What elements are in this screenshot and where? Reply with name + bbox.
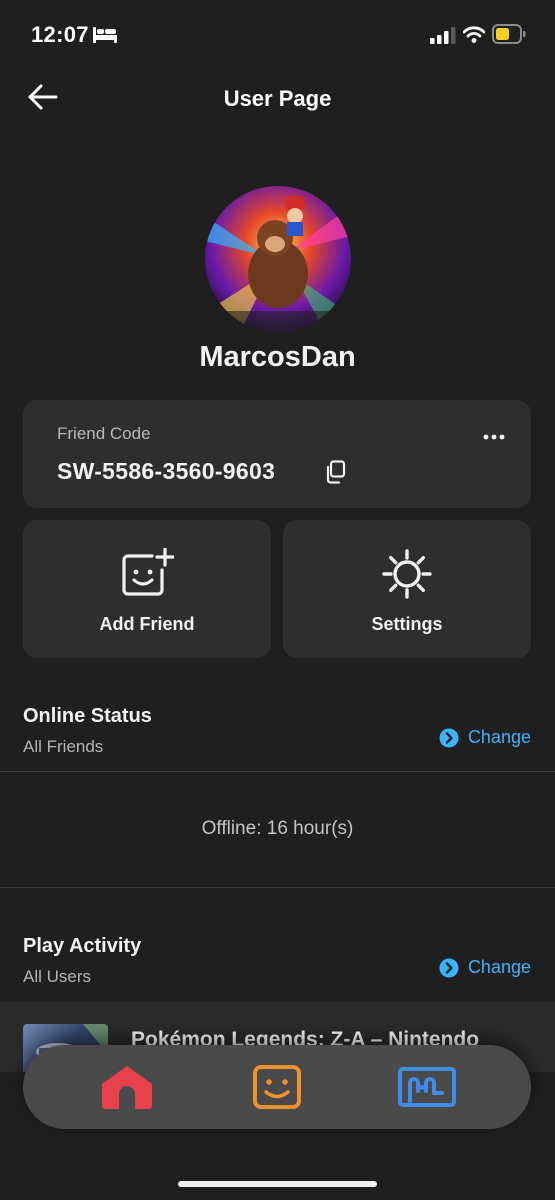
friend-code-label: Friend Code xyxy=(57,424,151,443)
home-indicator xyxy=(178,1181,377,1187)
settings-button[interactable]: Settings xyxy=(283,520,531,658)
nav-home[interactable] xyxy=(97,1063,157,1111)
play-activity-title: Play Activity xyxy=(23,935,142,957)
friend-code-value: SW-5586-3560-9603 xyxy=(57,458,276,484)
divider xyxy=(0,771,555,772)
settings-label: Settings xyxy=(371,614,443,634)
bottom-nav xyxy=(23,1045,531,1129)
online-status-subtitle: All Friends xyxy=(23,737,104,756)
nav-gallery[interactable] xyxy=(397,1063,457,1111)
chevron-right-circle-icon xyxy=(439,728,459,747)
divider xyxy=(0,887,555,888)
online-status-title: Online Status xyxy=(23,705,152,727)
signal-icon xyxy=(430,27,456,49)
play-activity-change-link[interactable]: Change xyxy=(439,957,531,978)
add-friend-icon xyxy=(122,548,174,596)
status-bar: 12:07 xyxy=(0,0,555,70)
chevron-right-circle-icon xyxy=(439,958,459,977)
play-activity-change-label: Change xyxy=(467,957,531,977)
avatar-image xyxy=(205,186,351,332)
more-button[interactable] xyxy=(479,430,509,444)
copy-icon[interactable] xyxy=(325,460,347,489)
gear-icon xyxy=(382,549,432,599)
friends-icon xyxy=(253,1065,301,1109)
header: User Page xyxy=(0,70,555,130)
page-title: User Page xyxy=(223,86,332,111)
home-icon xyxy=(102,1066,152,1109)
bed-icon xyxy=(93,26,117,49)
status-time: 12:07 xyxy=(31,22,89,47)
more-icon xyxy=(483,434,505,440)
online-status-change-label: Change xyxy=(467,727,531,747)
add-friend-button[interactable]: Add Friend xyxy=(23,520,271,658)
play-activity-subtitle: All Users xyxy=(23,967,92,986)
gallery-icon xyxy=(398,1067,456,1107)
online-status-change-link[interactable]: Change xyxy=(439,727,531,748)
battery-icon xyxy=(492,24,526,49)
offline-status-text: Offline: 16 hour(s) xyxy=(201,818,354,839)
wifi-icon xyxy=(462,26,486,48)
add-friend-label: Add Friend xyxy=(99,614,195,634)
username: MarcosDan xyxy=(199,341,356,373)
friend-code-card: Friend Code SW-5586-3560-9603 xyxy=(23,400,531,508)
nav-friends[interactable] xyxy=(247,1063,307,1111)
avatar[interactable] xyxy=(205,186,351,332)
